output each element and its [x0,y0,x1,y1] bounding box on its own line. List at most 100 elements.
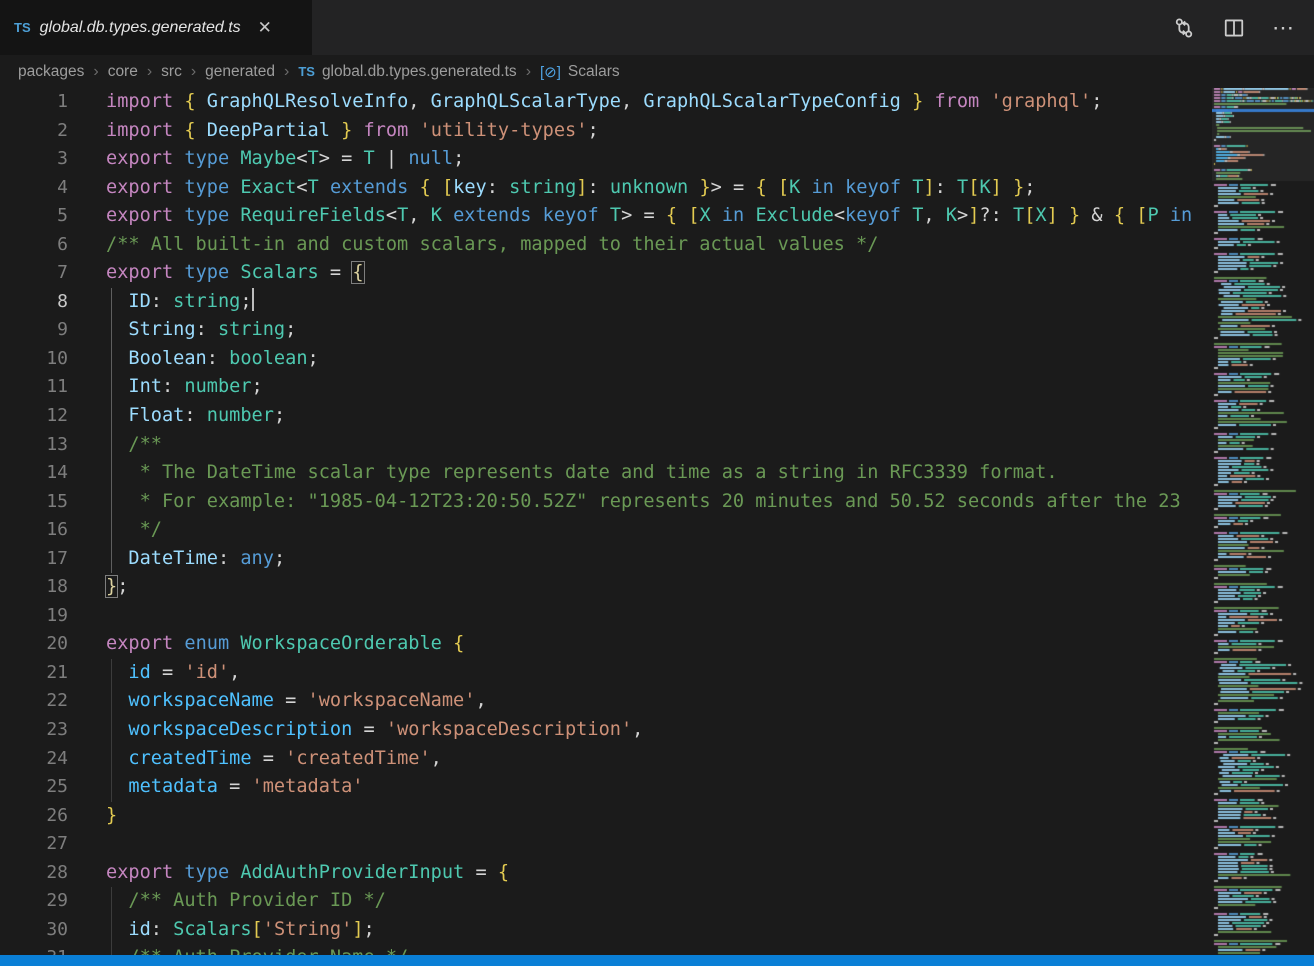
line-number[interactable]: 16 [0,516,68,545]
tab-label: global.db.types.generated.ts [40,19,241,37]
split-editor-icon[interactable] [1222,16,1246,40]
code-line[interactable]: 28export type AddAuthProviderInput = { [0,859,1212,888]
code-line[interactable]: 23 workspaceDescription = 'workspaceDesc… [0,716,1212,745]
indent-guide [111,916,112,945]
code-line[interactable]: 3export type Maybe<T> = T | null; [0,145,1212,174]
code-line-content: */ [106,516,162,545]
line-number[interactable]: 6 [0,231,68,260]
tab-global-db-types[interactable]: TS global.db.types.generated.ts ✕ [0,0,312,55]
line-number[interactable]: 22 [0,687,68,716]
code-line[interactable]: 10 Boolean: boolean; [0,345,1212,374]
code-line-content: /** Auth Provider Name */ [106,944,408,955]
code-line[interactable]: 19 [0,602,1212,631]
breadcrumb: packages›core›src›generated›TSglobal.db.… [0,55,1314,88]
code-line[interactable]: 6/** All built-in and custom scalars, ma… [0,231,1212,260]
code-line-content: Int: number; [106,373,263,402]
code-line[interactable]: 4 export type Exact<T extends { [key: str… [0,174,1212,203]
line-number[interactable]: 17 [0,545,68,574]
code-line[interactable]: 27 [0,830,1212,859]
code-line-content: /** [106,431,162,460]
code-line-content: } [106,802,117,831]
code-line-content: String: string; [106,316,296,345]
code-line-content: export type Scalars = { [106,259,364,288]
code-line[interactable]: 14 * The DateTime scalar type represents… [0,459,1212,488]
code-line-content: export type Exact<T extends { [key: stri… [106,174,1035,203]
code-line-content: Boolean: boolean; [106,345,319,374]
text-cursor [252,288,254,311]
code-line[interactable]: 21 id = 'id', [0,659,1212,688]
line-number[interactable]: 10 [0,345,68,374]
breadcrumb-item-src[interactable]: src [161,63,182,81]
minimap[interactable] [1212,88,1314,955]
line-number[interactable]: 7 [0,259,68,288]
code-line-content: DateTime: any; [106,545,285,574]
code-line[interactable]: 17 DateTime: any; [0,545,1212,574]
indent-guide [111,773,112,802]
code-line[interactable]: 24 createdTime = 'createdTime', [0,745,1212,774]
line-number[interactable]: 12 [0,402,68,431]
code-line[interactable]: 12 Float: number; [0,402,1212,431]
code-line[interactable]: 5export type RequireFields<T, K extends … [0,202,1212,231]
code-line-content: import { GraphQLResolveInfo, GraphQLScal… [106,88,1102,117]
line-number[interactable]: 2 [0,117,68,146]
line-number[interactable]: 24 [0,745,68,774]
breadcrumb-item-generated[interactable]: generated [205,63,275,81]
code-line[interactable]: 20export enum WorkspaceOrderable { [0,630,1212,659]
line-number[interactable]: 29 [0,887,68,916]
line-number[interactable]: 27 [0,830,68,859]
line-number[interactable]: 4 [0,174,68,203]
code-line[interactable]: 1 import { GraphQLResolveInfo, GraphQLSca… [0,88,1212,117]
line-number[interactable]: 14 [0,459,68,488]
line-number[interactable]: 11 [0,373,68,402]
breadcrumb-item-symbol[interactable]: [⊘]Scalars [540,63,620,81]
indent-guide [111,687,112,716]
indent-guide [111,402,112,431]
symbol-type-icon: [⊘] [540,63,561,81]
close-tab-icon[interactable]: ✕ [258,19,272,36]
code-line[interactable]: 29 /** Auth Provider ID */ [0,887,1212,916]
line-number[interactable]: 15 [0,488,68,517]
line-number[interactable]: 28 [0,859,68,888]
code-line[interactable]: 25 metadata = 'metadata' [0,773,1212,802]
line-number[interactable]: 25 [0,773,68,802]
line-number[interactable]: 31 [0,944,68,955]
code-line[interactable]: 18}; [0,573,1212,602]
indent-guide [111,516,112,545]
code-line[interactable]: 31 /** Auth Provider Name */ [0,944,1212,955]
code-line[interactable]: 16 */ [0,516,1212,545]
line-number[interactable]: 19 [0,602,68,631]
indent-guide [111,488,112,517]
line-number[interactable]: 20 [0,630,68,659]
breadcrumb-item-packages[interactable]: packages [18,63,84,81]
code-line[interactable]: 2import { DeepPartial } from 'utility-ty… [0,117,1212,146]
code-lines: 1 import { GraphQLResolveInfo, GraphQLSca… [0,88,1212,955]
code-line[interactable]: 26} [0,802,1212,831]
line-number[interactable]: 21 [0,659,68,688]
line-number[interactable]: 8 [0,288,68,317]
code-line[interactable]: 22 workspaceName = 'workspaceName', [0,687,1212,716]
code-line[interactable]: 8 ID: string; [0,288,1212,317]
more-actions-icon[interactable]: ⋯ [1272,16,1296,40]
line-number[interactable]: 13 [0,431,68,460]
open-changes-icon[interactable] [1172,16,1196,40]
code-line[interactable]: 30 id: Scalars['String']; [0,916,1212,945]
line-number[interactable]: 3 [0,145,68,174]
line-number[interactable]: 5 [0,202,68,231]
breadcrumb-item-core[interactable]: core [108,63,138,81]
line-number[interactable]: 30 [0,916,68,945]
code-line[interactable]: 7 export type Scalars = { [0,259,1212,288]
line-number[interactable]: 23 [0,716,68,745]
line-number[interactable]: 26 [0,802,68,831]
code-line[interactable]: 15 * For example: "1985-04-12T23:20:50.5… [0,488,1212,517]
code-line[interactable]: 13 /** [0,431,1212,460]
code-line[interactable]: 9 String: string; [0,316,1212,345]
code-line-content: Float: number; [106,402,285,431]
code-line-content: }; [106,573,128,602]
editor-pane: 1 import { GraphQLResolveInfo, GraphQLSca… [0,88,1314,955]
line-number[interactable]: 1 [0,88,68,117]
chevron-right-icon: › [191,63,196,81]
breadcrumb-item-file[interactable]: TSglobal.db.types.generated.ts [298,63,516,81]
code-line[interactable]: 11 Int: number; [0,373,1212,402]
line-number[interactable]: 18 [0,573,68,602]
line-number[interactable]: 9 [0,316,68,345]
